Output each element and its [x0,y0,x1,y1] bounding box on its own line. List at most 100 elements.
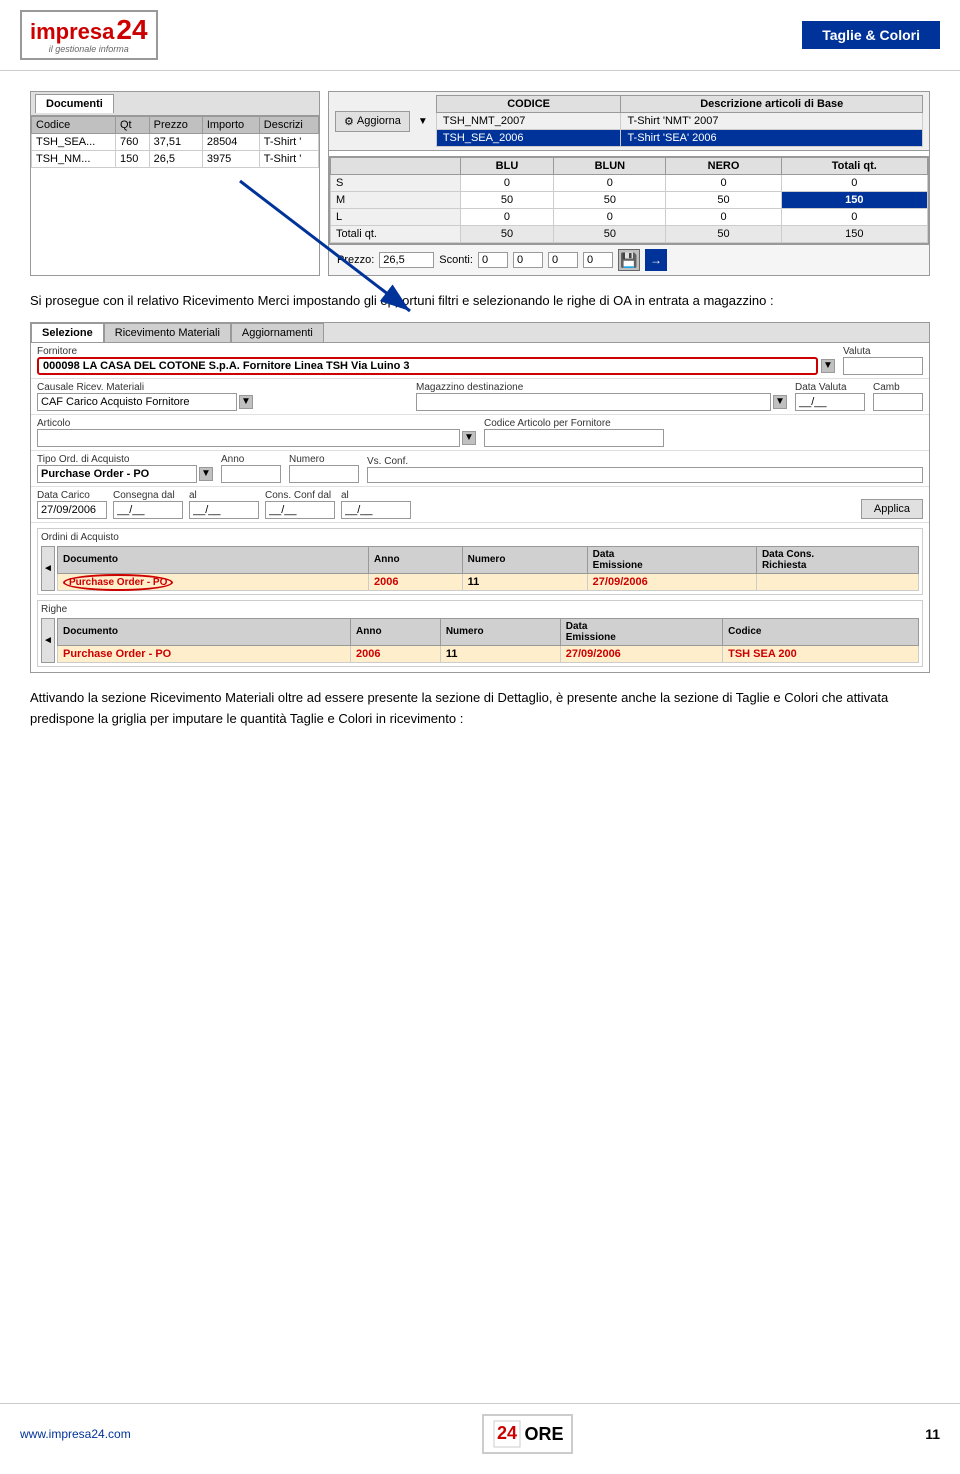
anno-input[interactable] [221,465,281,483]
numero-input[interactable] [289,465,359,483]
footer-logo: 24 ORE [482,1414,573,1454]
logo-24-text: 24 [116,16,147,44]
cell-m-nero[interactable]: 50 [666,192,781,209]
price-bar: Prezzo: Sconti: 💾 → [329,244,929,275]
size-row-s: S 0 0 0 0 [331,175,928,192]
numero-label: Numero [289,454,359,465]
tipo-ord-dropdown[interactable]: ▼ [199,467,213,481]
col-prezzo: Prezzo [149,117,202,134]
cell-l-blun[interactable]: 0 [554,209,666,226]
cell-codice: TSH_SEA... [32,134,116,151]
cell-prezzo: 37,51 [149,134,202,151]
valuta-input[interactable] [843,357,923,375]
magazzino-input[interactable] [416,393,771,411]
cons-conf-al-label: al [341,490,411,501]
cell-importo: 28504 [202,134,259,151]
magazzino-label: Magazzino destinazione [416,382,787,393]
col-data-emissione: DataEmissione [587,546,756,573]
sconto1-input[interactable] [478,252,508,268]
logo-impresa-text: impresa [30,21,114,43]
footer-url: www.impresa24.com [20,1427,131,1441]
consegna-al-input[interactable] [189,501,259,519]
size-row-m: M 50 50 50 150 [331,192,928,209]
table-row[interactable]: TSH_NM... 150 26,5 3975 T-Shirt ' [32,151,319,168]
col-anno-r: Anno [351,618,441,645]
data-valuta-label: Data Valuta [795,382,865,393]
causale-section: Causale Ricev. Materiali ▼ Magazzino des… [31,379,929,415]
fornitore-input[interactable] [37,357,818,375]
prezzo-input[interactable] [379,252,434,268]
articolo-input[interactable] [37,429,460,447]
consegna-dal-input[interactable] [113,501,183,519]
sconto3-input[interactable] [548,252,578,268]
data-carico-input[interactable] [37,501,107,519]
col-documento-r: Documento [58,618,351,645]
col-data-cons: Data Cons.Richiesta [756,546,918,573]
scroll-left-righe-icon[interactable]: ◄ [41,618,55,663]
col-totali: Totali qt. [781,158,927,175]
col-numero: Numero [462,546,587,573]
cell-l-blu[interactable]: 0 [460,209,553,226]
tab-selezione[interactable]: Selezione [31,323,104,342]
aggiorna-button[interactable]: ⚙ Aggiorna [335,111,410,132]
data-valuta-input[interactable] [795,393,865,411]
cell-m-blu[interactable]: 50 [460,192,553,209]
fornitore-dropdown[interactable]: ▼ [821,359,835,373]
col-blun: BLUN [554,158,666,175]
list-item[interactable]: TSH_SEA_2006 T-Shirt 'SEA' 2006 [436,130,922,147]
tipo-ord-input[interactable] [37,465,197,483]
articolo-dropdown[interactable]: ▼ [462,431,476,445]
documenti-tab[interactable]: Documenti [35,94,114,113]
causale-dropdown[interactable]: ▼ [239,395,253,409]
col-numero-r: Numero [440,618,560,645]
tab-ricevimento[interactable]: Ricevimento Materiali [104,323,231,342]
cell-s-blu[interactable]: 0 [460,175,553,192]
righe-table: Documento Anno Numero DataEmissione Codi… [57,618,919,663]
sconti-label: Sconti: [439,254,473,266]
causale-input[interactable] [37,393,237,411]
codice-art-fornitore-input[interactable] [484,429,664,447]
cell-s-blun[interactable]: 0 [554,175,666,192]
magazzino-dropdown[interactable]: ▼ [773,395,787,409]
table-row[interactable]: Purchase Order - PO 2006 11 27/09/2006 T… [58,645,919,662]
cell-s-totali: 0 [781,175,927,192]
scroll-left-icon[interactable]: ◄ [41,546,55,591]
applica-button[interactable]: Applica [861,499,923,519]
left-table-panel: Documenti Codice Qt Prezzo Importo Descr… [30,91,320,276]
cambio-label: Camb [873,382,923,393]
cell-importo: 3975 [202,151,259,168]
footer: www.impresa24.com 24 ORE 11 [0,1403,960,1464]
cons-conf-al-input[interactable] [341,501,411,519]
table-row[interactable]: Purchase Order - PO 2006 11 27/09/2006 [58,573,919,590]
cons-conf-dal-input[interactable] [265,501,335,519]
navigate-icon[interactable]: → [645,249,667,271]
cambio-input[interactable] [873,393,923,411]
col-descrizi: Descrizi [259,117,318,134]
cell-tot-blun: 50 [554,226,666,243]
save-icon[interactable]: 💾 [618,249,640,271]
table-row[interactable]: TSH_SEA... 760 37,51 28504 T-Shirt ' [32,134,319,151]
list-item[interactable]: TSH_NMT_2007 T-Shirt 'NMT' 2007 [436,113,922,130]
header: impresa 24 il gestionale informa Taglie … [0,0,960,71]
cell-s-nero[interactable]: 0 [666,175,781,192]
cell-qt: 760 [116,134,150,151]
form-tabs: Selezione Ricevimento Materiali Aggiorna… [31,323,929,343]
tab-aggiornamenti[interactable]: Aggiornamenti [231,323,324,342]
vs-conf-input[interactable] [367,467,923,483]
ordini-table: Documento Anno Numero DataEmissione Data… [57,546,919,591]
prezzo-label: Prezzo: [337,254,374,266]
cell-tot-totali: 150 [781,226,927,243]
cell-data-emissione: 27/09/2006 [587,573,756,590]
codice-art-fornitore-label: Codice Articolo per Fornitore [484,418,923,429]
sconto2-input[interactable] [513,252,543,268]
cell-l-nero[interactable]: 0 [666,209,781,226]
sconto4-input[interactable] [583,252,613,268]
cell-m-blun[interactable]: 50 [554,192,666,209]
description-text-1: Si prosegue con il relativo Ricevimento … [30,291,930,312]
aggiorna-label: Aggiorna [357,115,401,127]
col-nero: NERO [666,158,781,175]
articolo-section: Articolo ▼ Codice Articolo per Fornitore [31,415,929,451]
ordini-acquisto-section: Ordini di Acquisto ◄ Documento Anno Nume… [37,528,923,595]
cell-numero: 11 [462,573,587,590]
page-number: 11 [925,1426,940,1442]
